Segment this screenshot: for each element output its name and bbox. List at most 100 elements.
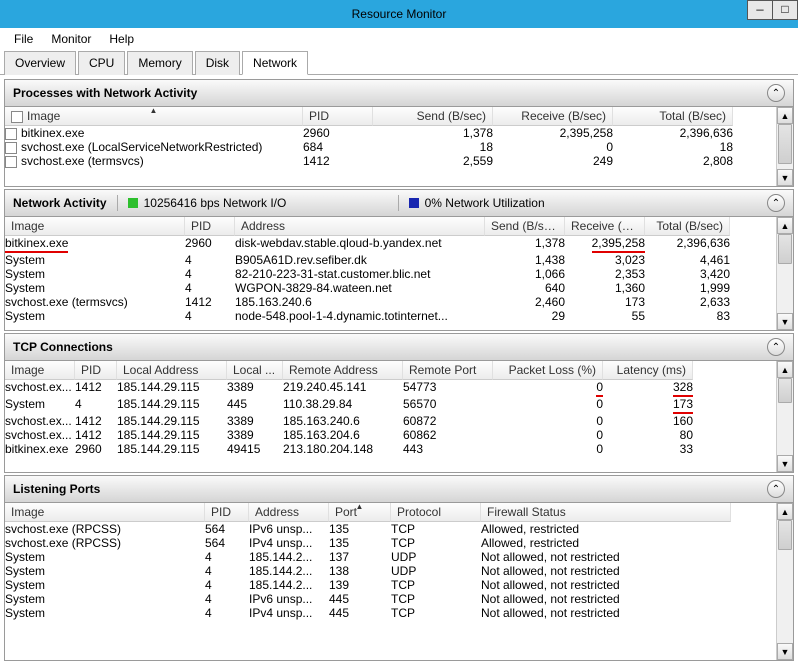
cell[interactable]: UDP [391, 550, 481, 564]
cell[interactable]: 2,633 [645, 295, 730, 309]
col-total[interactable]: Total (B/sec) [613, 107, 733, 126]
cell[interactable]: 445 [329, 606, 391, 620]
panel-listening-header[interactable]: Listening Ports ⌃ [5, 476, 793, 503]
cell[interactable]: 1,438 [485, 253, 565, 267]
cell[interactable]: node-548.pool-1-4.dynamic.totinternet... [235, 309, 485, 323]
cell[interactable]: Not allowed, not restricted [481, 564, 731, 578]
cell[interactable]: 2,395,258 [565, 236, 645, 253]
col-latency[interactable]: Latency (ms) [603, 361, 693, 380]
cell[interactable]: 0 [493, 442, 603, 456]
cell[interactable]: 4 [185, 253, 235, 267]
scroll-up-icon[interactable]: ▲ [777, 361, 793, 378]
scrollbar[interactable]: ▲▼ [776, 217, 793, 330]
cell[interactable]: B905A61D.rev.sefiber.dk [235, 253, 485, 267]
cell[interactable]: Allowed, restricted [481, 522, 731, 536]
cell[interactable]: 83 [645, 309, 730, 323]
cell[interactable]: 33 [603, 442, 693, 456]
cell[interactable]: 2960 [185, 236, 235, 253]
cell[interactable]: 2,808 [613, 154, 733, 168]
cell[interactable]: svchost.ex... [5, 428, 75, 442]
cell[interactable]: 135 [329, 522, 391, 536]
cell[interactable]: bitkinex.exe [5, 236, 185, 253]
cell[interactable]: TCP [391, 522, 481, 536]
cell[interactable]: 1412 [303, 154, 373, 168]
col-send[interactable]: Send (B/sec) [485, 217, 565, 236]
cell[interactable]: 4 [205, 578, 249, 592]
tab-network[interactable]: Network [242, 51, 308, 75]
col-firewall[interactable]: Firewall Status [481, 503, 731, 522]
col-rport[interactable]: Remote Port [403, 361, 493, 380]
cell[interactable]: System [5, 253, 185, 267]
cell[interactable]: svchost.exe (termsvcs) [5, 295, 185, 309]
cell[interactable]: 4 [205, 550, 249, 564]
cell[interactable]: 4 [205, 592, 249, 606]
col-recv[interactable]: Receive (B... [565, 217, 645, 236]
cell[interactable]: 2,396,636 [613, 126, 733, 140]
col-address[interactable]: Address [235, 217, 485, 236]
cell[interactable]: 4 [75, 397, 117, 414]
scroll-down-icon[interactable]: ▼ [777, 313, 793, 330]
collapse-icon[interactable]: ⌃ [767, 480, 785, 498]
cell[interactable]: 640 [485, 281, 565, 295]
scrollbar[interactable]: ▲▼ [776, 107, 793, 186]
cell[interactable]: Not allowed, not restricted [481, 578, 731, 592]
maximize-button[interactable]: □ [772, 0, 798, 20]
cell[interactable]: 564 [205, 536, 249, 550]
scroll-up-icon[interactable]: ▲ [777, 503, 793, 520]
cell[interactable]: 2,559 [373, 154, 493, 168]
cell[interactable]: 1412 [185, 295, 235, 309]
col-pid[interactable]: PID [75, 361, 117, 380]
cell[interactable]: 1,378 [485, 236, 565, 253]
col-loss[interactable]: Packet Loss (%) [493, 361, 603, 380]
cell[interactable]: 1,066 [485, 267, 565, 281]
tab-cpu[interactable]: CPU [78, 51, 125, 75]
cell[interactable]: 185.163.204.6 [283, 428, 403, 442]
cell[interactable]: 249 [493, 154, 613, 168]
cell[interactable]: 2960 [75, 442, 117, 456]
cell[interactable]: TCP [391, 592, 481, 606]
tab-overview[interactable]: Overview [4, 51, 76, 75]
cell[interactable]: 213.180.204.148 [283, 442, 403, 456]
col-total[interactable]: Total (B/sec) [645, 217, 730, 236]
cell[interactable]: 60872 [403, 414, 493, 428]
cell[interactable]: 0 [493, 397, 603, 414]
scroll-up-icon[interactable]: ▲ [777, 107, 793, 124]
row-checkbox[interactable] [5, 156, 17, 168]
cell[interactable]: 328 [603, 380, 693, 397]
cell[interactable]: System [5, 564, 205, 578]
col-address[interactable]: Address [249, 503, 329, 522]
cell[interactable]: 1,378 [373, 126, 493, 140]
cell[interactable]: 0 [493, 380, 603, 397]
cell[interactable]: TCP [391, 578, 481, 592]
col-pid[interactable]: PID [185, 217, 235, 236]
scroll-down-icon[interactable]: ▼ [777, 169, 793, 186]
col-image[interactable]: Image [5, 217, 185, 236]
panel-tcp-header[interactable]: TCP Connections ⌃ [5, 334, 793, 361]
cell[interactable]: 185.144.29.115 [117, 428, 227, 442]
cell[interactable]: 173 [603, 397, 693, 414]
cell[interactable]: 1,999 [645, 281, 730, 295]
scrollbar[interactable]: ▲▼ [776, 503, 793, 660]
cell[interactable]: 2,396,636 [645, 236, 730, 253]
cell[interactable]: 4 [205, 606, 249, 620]
col-laddr[interactable]: Local Address [117, 361, 227, 380]
cell[interactable]: Allowed, restricted [481, 536, 731, 550]
cell[interactable]: 55 [565, 309, 645, 323]
collapse-icon[interactable]: ⌃ [767, 194, 785, 212]
cell[interactable]: IPv6 unsp... [249, 522, 329, 536]
cell[interactable]: Not allowed, not restricted [481, 606, 731, 620]
cell[interactable]: svchost.exe (RPCSS) [5, 536, 205, 550]
col-port[interactable]: Port▲ [329, 503, 391, 522]
cell[interactable]: TCP [391, 536, 481, 550]
cell[interactable]: 173 [565, 295, 645, 309]
cell[interactable]: 135 [329, 536, 391, 550]
table-row-cell[interactable]: svchost.exe (termsvcs) [5, 154, 303, 168]
cell[interactable]: Not allowed, not restricted [481, 550, 731, 564]
cell[interactable]: 564 [205, 522, 249, 536]
cell[interactable]: 185.144.2... [249, 578, 329, 592]
cell[interactable]: UDP [391, 564, 481, 578]
menu-file[interactable]: File [6, 30, 41, 48]
cell[interactable]: IPv6 unsp... [249, 592, 329, 606]
cell[interactable]: 3,023 [565, 253, 645, 267]
cell[interactable]: System [5, 267, 185, 281]
